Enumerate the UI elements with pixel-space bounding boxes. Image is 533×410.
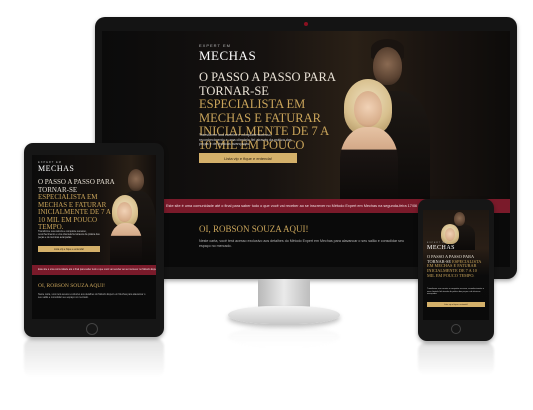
- tablet-section-title: OI, ROBSON SOUZA AQUI!: [38, 283, 105, 289]
- hero-subtext: Transforme sua carreira e conquiste suce…: [199, 133, 292, 147]
- phone-logo: MECHAS: [427, 245, 456, 251]
- woman-face: [354, 91, 382, 127]
- phone-headline: O PASSO A PASSO PARA TORNAR-SE ESPECIALI…: [427, 254, 485, 278]
- hero-headline: O PASSO A PASSO PARA TORNAR-SE ESPECIALI…: [199, 70, 337, 166]
- tablet-band: Este site é uma comunidade até o final p…: [32, 265, 156, 275]
- phone-woman-face: [445, 228, 455, 241]
- phone-logo-tagline: EXPERT EM: [427, 242, 448, 244]
- hero-photo: [324, 31, 434, 199]
- woman-body: [340, 127, 398, 199]
- tablet-headline: O PASSO A PASSO PARA TORNAR-SE ESPECIALI…: [38, 178, 116, 232]
- phone-device: EXPERT EM MECHAS O PASSO A PASSO PARA TO…: [418, 199, 494, 341]
- phone-cta-button[interactable]: Lista vip e fique e entenda!: [427, 302, 485, 307]
- phone-man-head: [454, 212, 465, 226]
- headline-white: O PASSO A PASSO PARA TORNAR-SE: [199, 70, 336, 98]
- tablet-cta-button[interactable]: Lista vip e fique e entenda!: [38, 246, 100, 252]
- section-title: OI, ROBSON SOUZA AQUI!: [199, 224, 309, 234]
- tablet-section-text: Neste carta, você terá acesso exclusivo …: [38, 293, 146, 300]
- phone-screen: EXPERT EM MECHAS O PASSO A PASSO PARA TO…: [423, 210, 489, 320]
- tablet-photo: [108, 163, 156, 267]
- webcam-dot: [304, 22, 308, 26]
- tablet-screen: EXPERT EM MECHAS O PASSO A PASSO PARA TO…: [32, 155, 156, 319]
- phone-hero: EXPERT EM MECHAS O PASSO A PASSO PARA TO…: [423, 210, 489, 320]
- tablet-woman-body: [110, 223, 142, 265]
- tablet-logo: MECHAS: [38, 164, 75, 173]
- section-text: Neste carta, você terá acesso exclusivo …: [199, 239, 404, 248]
- phone-home-button[interactable]: [451, 324, 461, 334]
- man-head: [373, 47, 402, 85]
- tablet-man-head: [128, 169, 144, 191]
- monitor-reflection: [228, 326, 340, 348]
- tablet-subtext: Transforme sua carreira e conquiste suce…: [38, 230, 100, 240]
- logo: MECHAS: [199, 48, 257, 63]
- phone-reflection: [418, 342, 494, 376]
- tablet-home-button[interactable]: [86, 323, 98, 335]
- tablet-woman-face: [117, 202, 132, 222]
- monitor-base: [228, 306, 340, 324]
- tablet-device: EXPERT EM MECHAS O PASSO A PASSO PARA TO…: [24, 143, 164, 337]
- tablet-headline-white: O PASSO A PASSO PARA TORNAR-SE: [38, 178, 115, 194]
- phone-subtext: Transforme sua carreira e conquiste suce…: [427, 288, 484, 296]
- tablet-hero: EXPERT EM MECHAS O PASSO A PASSO PARA TO…: [32, 155, 156, 267]
- cta-button[interactable]: Lista vip e fique e entenda!: [199, 153, 297, 163]
- tablet-reflection: [24, 338, 164, 378]
- tablet-headline-gold: ESPECIALISTA EM MECHAS E FATURAR INICIAL…: [38, 193, 111, 232]
